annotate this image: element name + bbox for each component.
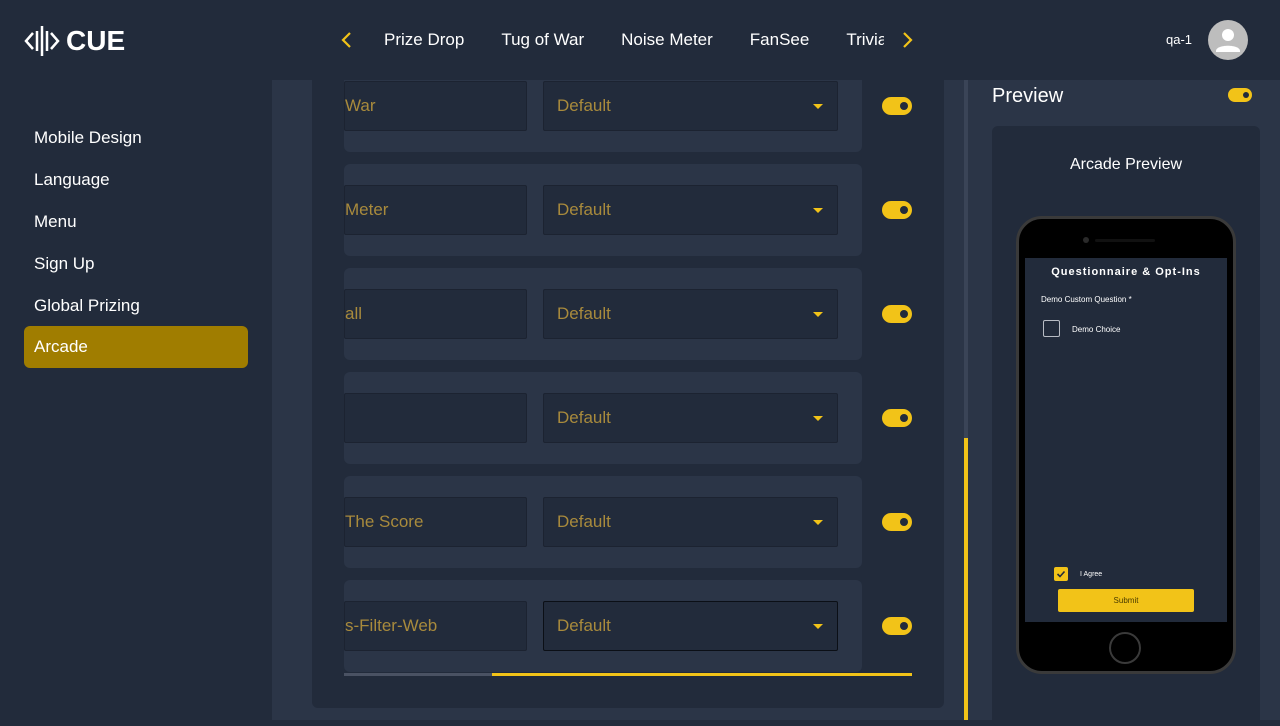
chevron-left-icon[interactable] [336,28,356,52]
custom-question-label: Demo Custom Question * [1041,295,1132,304]
game-style-select[interactable]: Default [543,601,838,651]
sidebar-item-arcade[interactable]: Arcade [24,326,248,368]
cue-logo[interactable]: CUE [24,22,125,60]
game-enabled-toggle[interactable] [882,513,912,531]
sidebar-item-sign-up[interactable]: Sign Up [24,243,248,285]
checkmark-icon [1056,570,1066,578]
toggle-knob [900,206,908,214]
phone-home-button [1109,632,1141,664]
user-name: qa-1 [1166,32,1193,47]
dropdown-arrow-icon [813,624,823,629]
dropdown-arrow-icon [813,520,823,525]
toggle-knob [900,102,908,110]
game-enabled-toggle[interactable] [882,409,912,427]
game-style-select[interactable]: Default [543,81,838,131]
select-value: Default [557,408,611,427]
game-name-field[interactable]: s-Filter-Web [344,601,527,651]
avatar[interactable] [1208,20,1248,60]
game-name-field[interactable]: all [344,289,527,339]
game-name-field[interactable]: War [344,81,527,131]
tab-noise-meter[interactable]: Noise Meter [621,28,713,52]
phone-speaker [1095,239,1155,242]
phone-mockup: Questionnaire & Opt-Ins Demo Custom Ques… [1016,216,1236,674]
arcade-games-panel: War Default Meter Default all Default De… [312,80,944,708]
game-enabled-toggle[interactable] [882,201,912,219]
game-style-select[interactable]: Default [543,185,838,235]
logo-mark-icon [24,26,60,56]
arcade-settings: War Default Meter Default all Default De… [272,80,964,720]
preview-card: Arcade Preview Questionnaire & Opt-Ins D… [992,126,1260,726]
toggle-knob [900,622,908,630]
toggle-knob [900,518,908,526]
logo-text: CUE [66,25,126,56]
sidebar-item-language[interactable]: Language [24,159,248,201]
arcade-rows[interactable]: War Default Meter Default all Default De… [344,80,912,680]
arcade-row: Meter Default [344,164,862,256]
sidebar-item-menu[interactable]: Menu [24,201,248,243]
game-style-select[interactable]: Default [543,393,838,443]
submit-button[interactable]: Submit [1058,589,1194,612]
horizontal-scrollbar-thumb[interactable] [491,673,912,676]
select-value: Default [557,304,611,323]
toggle-knob [900,414,908,422]
toggle-knob [900,310,908,318]
select-value: Default [557,96,611,115]
dropdown-arrow-icon [813,104,823,109]
questionnaire-title: Questionnaire & Opt-Ins [1051,266,1201,278]
person-icon [1216,29,1240,52]
toggle-knob [1243,92,1249,98]
arcade-row: War Default [344,80,862,152]
phone-screen: Questionnaire & Opt-Ins Demo Custom Ques… [1025,258,1227,622]
select-value: Default [557,616,611,635]
preview-title: Preview [992,85,1064,107]
game-enabled-toggle[interactable] [882,305,912,323]
dropdown-arrow-icon [813,416,823,421]
preview-panel: Preview Arcade Preview Questionnaire & O… [968,80,1280,726]
top-bar: CUE Prize Drop Tug of War Noise Meter FanSe… [0,0,1280,80]
arcade-row: Default [344,372,862,464]
sidebar-item-mobile-design[interactable]: Mobile Design [24,117,248,159]
tab-fansee[interactable]: FanSee [750,28,810,52]
agree-label: I Agree [1080,571,1103,578]
game-enabled-toggle[interactable] [882,617,912,635]
chevron-right-icon[interactable] [898,28,918,52]
game-name-field[interactable] [344,393,527,443]
dropdown-arrow-icon [813,312,823,317]
game-style-select[interactable]: Default [543,289,838,339]
arcade-row: The Score Default [344,476,862,568]
game-name-field[interactable]: The Score [344,497,527,547]
game-tabs: Prize Drop Tug of War Noise Meter FanSee Tri… [384,28,884,54]
tab-tug-of-war[interactable]: Tug of War [501,28,584,52]
game-name-field[interactable]: Meter [344,185,527,235]
game-enabled-toggle[interactable] [882,97,912,115]
agree-checkbox[interactable] [1054,567,1068,581]
arcade-row: all Default [344,268,862,360]
demo-choice-checkbox[interactable] [1043,320,1060,337]
select-value: Default [557,200,611,219]
tab-prize-drop[interactable]: Prize Drop [384,28,464,52]
game-style-select[interactable]: Default [543,497,838,547]
arcade-row: s-Filter-Web Default [344,580,862,672]
preview-toggle[interactable] [1228,88,1252,102]
dropdown-arrow-icon [813,208,823,213]
tab-trivia[interactable]: Trivia [846,28,884,52]
horizontal-scrollbar[interactable] [344,673,912,676]
preview-card-title: Arcade Preview [1069,156,1183,173]
select-value: Default [557,512,611,531]
sidebar: Mobile Design Language Menu Sign Up Glob… [0,80,272,720]
sidebar-item-global-prizing[interactable]: Global Prizing [24,285,248,327]
phone-camera [1083,237,1089,243]
demo-choice-label: Demo Choice [1072,325,1121,334]
